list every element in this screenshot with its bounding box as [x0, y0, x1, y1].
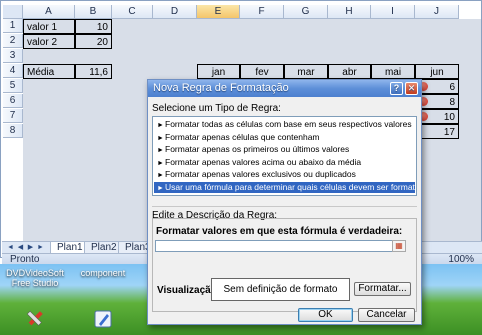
cell-g4[interactable]: mar: [284, 64, 328, 79]
cell-a2[interactable]: valor 2: [23, 34, 75, 49]
row-header-7[interactable]: 7: [3, 109, 23, 123]
row-header-5[interactable]: 5: [3, 79, 23, 93]
grid-line: [75, 19, 76, 241]
grid-line: [112, 19, 113, 241]
column-header-e[interactable]: E: [197, 5, 240, 19]
dialog-title-bar[interactable]: Nova Regra de Formatação ? ✕: [148, 80, 421, 97]
pen-tool-icon[interactable]: [92, 308, 114, 330]
rule-type-item-label: Formatar apenas valores exclusivos ou du…: [165, 169, 356, 179]
column-header-i[interactable]: I: [371, 5, 415, 19]
column-header-b[interactable]: B: [75, 5, 112, 19]
arrow-right-icon: ►: [157, 147, 164, 154]
formula-label: Formatar valores em que esta fórmula é v…: [156, 226, 403, 237]
desktop-icon-label-dvdvideosoft[interactable]: DVDVideoSoft Free Studio: [2, 268, 68, 288]
format-preview: Sem definição de formato: [211, 278, 350, 301]
formula-input[interactable]: [155, 240, 406, 252]
column-header-a[interactable]: A: [23, 5, 75, 19]
divider: [152, 206, 417, 207]
cell-b2[interactable]: 20: [75, 34, 112, 49]
column-header-c[interactable]: C: [112, 5, 153, 19]
rule-type-item[interactable]: ►Formatar apenas valores acima ou abaixo…: [154, 157, 415, 169]
column-header-f[interactable]: F: [240, 5, 284, 19]
rule-type-item[interactable]: ►Formatar todas as células com base em s…: [154, 119, 415, 131]
column-header-h[interactable]: H: [328, 5, 371, 19]
close-icon[interactable]: ✕: [405, 82, 418, 95]
desktop-icon-label-component[interactable]: component: [78, 268, 128, 278]
row-header-2[interactable]: 2: [3, 34, 23, 48]
row-header-6[interactable]: 6: [3, 94, 23, 108]
prev-sheet-icon[interactable]: ◀: [16, 243, 25, 252]
rule-type-item-selected[interactable]: ►Usar uma fórmula para determinar quais …: [154, 181, 415, 193]
rule-type-item-label: Formatar apenas valores acima ou abaixo …: [165, 156, 362, 167]
cell-h4[interactable]: abr: [328, 64, 371, 79]
arrow-right-icon: ►: [157, 184, 164, 192]
rule-type-item-label: Formatar apenas os primeiros ou últimos …: [165, 144, 350, 154]
cell-b4[interactable]: 11,6: [75, 64, 112, 79]
rule-type-item[interactable]: ►Formatar apenas células que contenham: [154, 132, 415, 144]
format-button[interactable]: Formatar...: [354, 282, 411, 296]
first-sheet-icon[interactable]: ◄: [6, 243, 15, 252]
last-sheet-icon[interactable]: ►: [36, 243, 45, 252]
arrow-right-icon: ►: [157, 172, 164, 179]
tools-icon[interactable]: [24, 308, 46, 330]
row-header-3[interactable]: 3: [3, 49, 23, 63]
row-header-8[interactable]: 8: [3, 124, 23, 138]
cell-b1[interactable]: 10: [75, 19, 112, 34]
cell-e4[interactable]: jan: [197, 64, 240, 79]
grid-line: [459, 19, 460, 241]
column-header-j[interactable]: J: [415, 5, 459, 19]
rule-type-item-label: Formatar todas as células com base em se…: [165, 119, 412, 129]
cell-i4[interactable]: mai: [371, 64, 415, 79]
next-sheet-icon[interactable]: ▶: [26, 243, 35, 252]
rule-type-list[interactable]: ►Formatar todas as células com base em s…: [152, 116, 417, 196]
rule-type-item[interactable]: ►Formatar apenas valores exclusivos ou d…: [154, 169, 415, 181]
cancel-button[interactable]: Cancelar: [358, 308, 415, 322]
column-header-g[interactable]: G: [284, 5, 328, 19]
rule-type-item[interactable]: ►Formatar apenas os primeiros ou últimos…: [154, 144, 415, 156]
ok-button[interactable]: OK: [298, 308, 353, 322]
row-header-4[interactable]: 4: [3, 64, 23, 78]
cell-f4[interactable]: fev: [240, 64, 284, 79]
select-all-corner[interactable]: [3, 5, 23, 19]
new-formatting-rule-dialog: Nova Regra de Formatação ? ✕ Selecione u…: [147, 79, 422, 325]
arrow-right-icon: ►: [157, 159, 164, 167]
rule-type-item-label: Formatar apenas células que contenham: [165, 131, 320, 142]
cell-j4[interactable]: jun: [415, 64, 459, 79]
rule-type-label: Selecione um Tipo de Regra:: [152, 103, 281, 114]
collapse-dialog-icon[interactable]: ▦: [392, 240, 406, 252]
column-header-d[interactable]: D: [153, 5, 197, 19]
rule-type-item-label: Usar uma fórmula para determinar quais c…: [165, 181, 415, 192]
dialog-title: Nova Regra de Formatação: [153, 82, 289, 94]
help-icon[interactable]: ?: [390, 82, 403, 95]
arrow-right-icon: ►: [157, 122, 164, 129]
cell-a4[interactable]: Média: [23, 64, 75, 79]
cell-a1[interactable]: valor 1: [23, 19, 75, 34]
row-header-1[interactable]: 1: [3, 19, 23, 33]
arrow-right-icon: ►: [157, 134, 164, 142]
